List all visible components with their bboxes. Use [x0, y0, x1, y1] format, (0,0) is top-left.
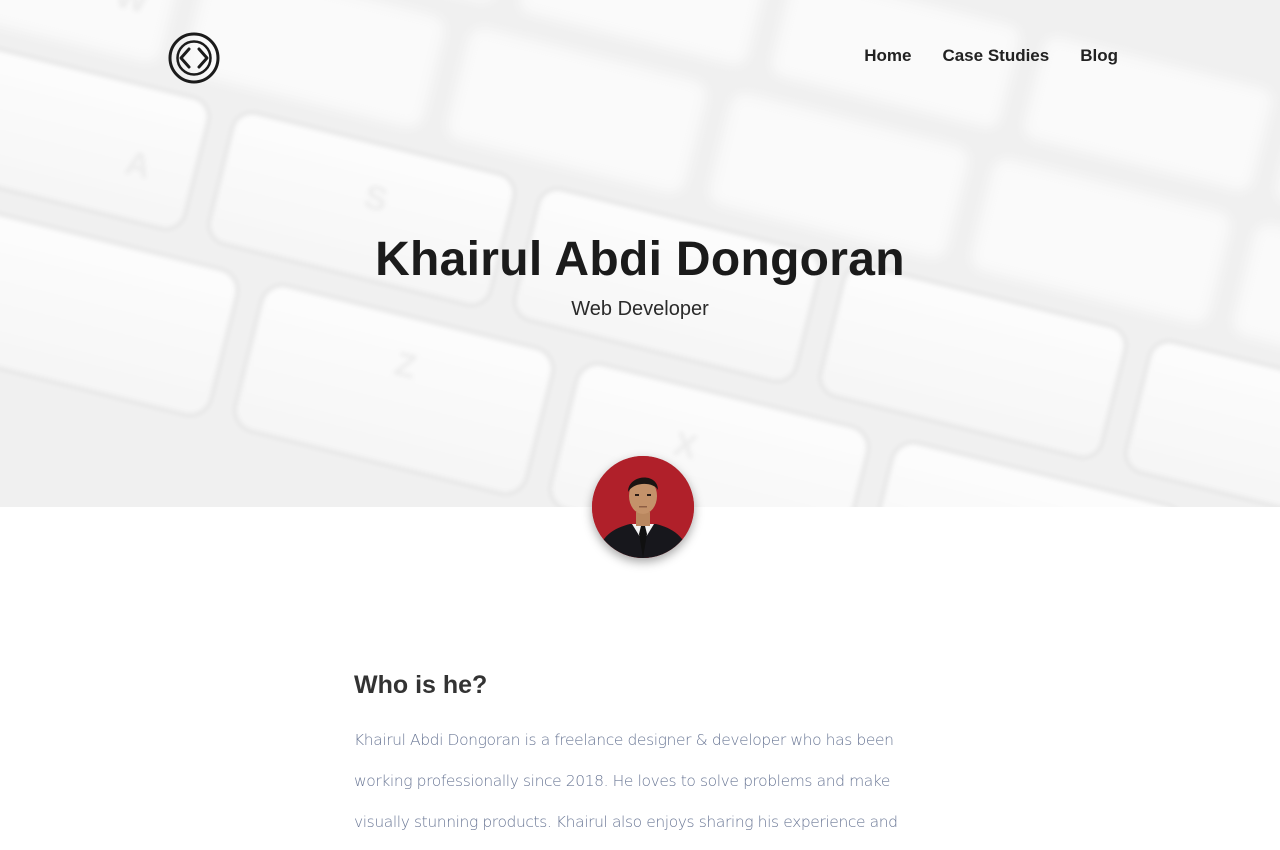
- profile-photo: [592, 456, 694, 558]
- main-nav: Home Case Studies Blog: [864, 46, 1118, 66]
- code-brackets-icon: [168, 32, 220, 84]
- about-heading: Who is he?: [354, 671, 488, 699]
- nav-case-studies[interactable]: Case Studies: [942, 46, 1049, 66]
- nav-blog[interactable]: Blog: [1080, 46, 1118, 66]
- hero-title: Khairul Abdi Dongoran: [375, 233, 905, 286]
- about-paragraph: Khairul Abdi Dongoran is a freelance des…: [354, 731, 898, 831]
- site-logo[interactable]: [168, 32, 220, 84]
- hero-section: W S A Z X Home Case Studies Blog Khairul…: [0, 0, 1280, 507]
- nav-home[interactable]: Home: [864, 46, 911, 66]
- avatar: [592, 456, 694, 558]
- hero-subtitle: Web Developer: [571, 298, 709, 320]
